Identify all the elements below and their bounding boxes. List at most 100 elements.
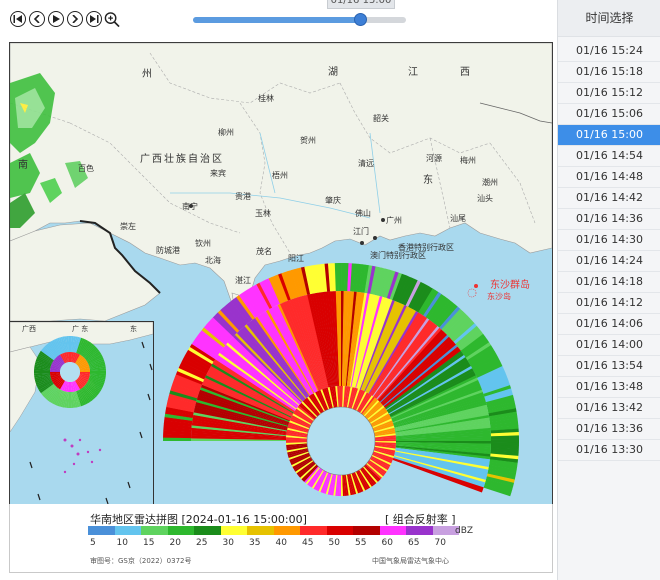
time-item[interactable]: 01/16 14:42 [558, 188, 660, 209]
time-item[interactable]: 01/16 14:36 [558, 209, 660, 230]
label-beihai: 北海 [205, 256, 221, 265]
next-frame-icon[interactable] [67, 11, 83, 27]
legend-swatch [114, 526, 141, 535]
legend-swatch [88, 526, 115, 535]
time-item[interactable]: 01/16 15:12 [558, 83, 660, 104]
legend-tick: 20 [169, 538, 181, 548]
legend-tick: 10 [116, 538, 128, 548]
label-hunan: 湖 [328, 67, 338, 78]
time-item[interactable]: 01/16 15:00 [558, 125, 660, 146]
label-chongzuo: 崇左 [120, 222, 136, 231]
legend-tick: 60 [381, 538, 393, 548]
label-baise: 百色 [78, 164, 94, 173]
time-item[interactable]: 01/16 14:24 [558, 251, 660, 272]
time-item[interactable]: 01/16 14:48 [558, 167, 660, 188]
legend-tick: 5 [90, 538, 96, 548]
zoom-in-icon[interactable] [104, 11, 120, 27]
label-hezhou: 贺州 [300, 136, 316, 145]
time-item[interactable]: 01/16 14:00 [558, 335, 660, 356]
radar-map[interactable]: 广西壮族自治区 香港特别行政区 澳门特别行政区 东沙群岛 东沙岛 南宁 广州 柳… [9, 42, 553, 505]
legend-tick: 15 [143, 538, 155, 548]
radar-echo-main [163, 263, 519, 497]
label-shanwei: 汕尾 [450, 214, 466, 223]
label-jiangmen: 江门 [353, 227, 369, 236]
label-dongsha-island: 东沙岛 [487, 292, 511, 301]
label-guilin: 桂林 [258, 94, 274, 103]
legend-color-bar [88, 526, 459, 535]
legend-swatch [353, 526, 380, 535]
label-macao: 澳门特别行政区 [370, 251, 426, 260]
label-qingyuan: 清远 [358, 159, 374, 168]
label-zhou: 州 [142, 69, 152, 80]
legend-swatch [141, 526, 168, 535]
legend-tick: 65 [408, 538, 420, 548]
last-frame-icon[interactable] [86, 11, 102, 27]
inset-map-canvas [10, 322, 153, 504]
legend-approval: 审图号：GS京（2022）0372号 [90, 557, 192, 565]
label-shantou: 汕头 [477, 194, 493, 203]
legend-tick: 30 [222, 538, 234, 548]
label-foshan: 佛山 [355, 209, 371, 218]
legend-swatch [167, 526, 194, 535]
time-item[interactable]: 01/16 13:42 [558, 398, 660, 419]
label-chaozhou: 潮州 [482, 178, 498, 187]
inset-label-dong: 东 [130, 325, 137, 333]
sidebar-title: 时间选择 [558, 0, 660, 37]
time-item[interactable]: 01/16 13:54 [558, 356, 660, 377]
legend-swatch [326, 526, 353, 535]
legend-swatch [273, 526, 300, 535]
legend-swatch [194, 526, 221, 535]
time-slider[interactable] [193, 13, 406, 26]
legend-swatch [220, 526, 247, 535]
label-dongsha-islands: 东沙群岛 [490, 280, 530, 291]
legend-tick: 25 [196, 538, 208, 548]
label-fangchenggang: 防城港 [156, 246, 180, 255]
label-maoming: 茂名 [256, 247, 272, 256]
label-zhaoqing: 肇庆 [325, 196, 341, 205]
time-item[interactable]: 01/16 14:12 [558, 293, 660, 314]
legend-unit: dBZ [455, 526, 474, 536]
legend-tick: 70 [434, 538, 446, 548]
time-item[interactable]: 01/16 13:48 [558, 377, 660, 398]
playback-toolbar: 01/16 15:00 [0, 0, 556, 40]
label-nan: 南 [18, 160, 28, 171]
legend-tick: 35 [249, 538, 261, 548]
time-item[interactable]: 01/16 15:24 [558, 41, 660, 62]
inset-label-guangxi: 广西 [22, 325, 36, 333]
time-item[interactable]: 01/16 13:30 [558, 440, 660, 461]
time-item[interactable]: 01/16 15:18 [558, 62, 660, 83]
legend-swatch [300, 526, 327, 535]
first-frame-icon[interactable] [10, 11, 26, 27]
legend-tick: 45 [302, 538, 314, 548]
label-liuzhou: 柳州 [218, 128, 234, 137]
legend-tick: 40 [275, 538, 287, 548]
time-item[interactable]: 01/16 14:06 [558, 314, 660, 335]
label-guangzhou: 广州 [386, 216, 402, 225]
time-list: 01/16 15:24 01/16 15:18 01/16 15:12 01/16 1… [558, 41, 660, 461]
legend-title: 华南地区雷达拼图 [2024-01-16 15:00:00] [90, 513, 307, 526]
label-dong: 东 [423, 175, 433, 186]
inset-map: 广西 广 东 东 [10, 321, 154, 504]
time-item[interactable]: 01/16 14:30 [558, 230, 660, 251]
legend-source: 中国气象局雷达气象中心 [372, 557, 449, 565]
previous-frame-icon[interactable] [29, 11, 45, 27]
time-sidebar: 时间选择 01/16 15:24 01/16 15:18 01/16 15:12 01… [557, 0, 660, 580]
slider-time-tooltip: 01/16 15:00 [327, 0, 395, 9]
label-guigang: 贵港 [235, 192, 251, 201]
legend-tick: 55 [355, 538, 367, 548]
label-heyuan: 河源 [426, 154, 442, 163]
legend-tick: 50 [328, 538, 340, 548]
label-shaoguan: 韶关 [373, 114, 389, 123]
inset-label-guangdong: 广 东 [72, 325, 89, 333]
legend-swatch [379, 526, 406, 535]
play-icon[interactable] [48, 11, 64, 27]
label-meizhou: 梅州 [460, 156, 476, 165]
time-item[interactable]: 01/16 14:18 [558, 272, 660, 293]
label-jiangxi: 江 [408, 67, 418, 78]
time-item[interactable]: 01/16 15:06 [558, 104, 660, 125]
time-item[interactable]: 01/16 13:36 [558, 419, 660, 440]
time-item[interactable]: 01/16 14:54 [558, 146, 660, 167]
legend-swatch [406, 526, 433, 535]
time-slider-thumb[interactable] [354, 13, 368, 26]
label-xi: 西 [460, 67, 470, 78]
